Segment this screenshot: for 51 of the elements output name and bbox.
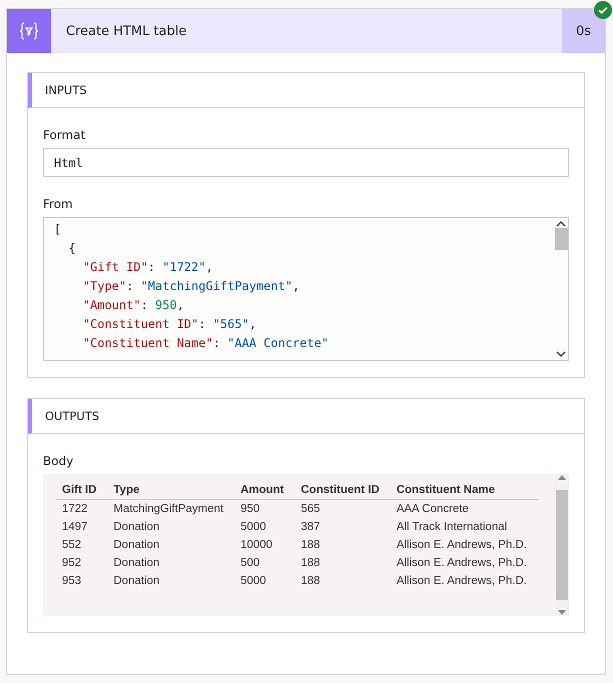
column-header: Type bbox=[108, 482, 236, 500]
table-cell-text: 387 bbox=[300, 520, 322, 535]
action-title: Create HTML table bbox=[65, 22, 188, 40]
braces-filter-icon bbox=[19, 21, 39, 41]
code-line: "Constituent Name": "AAA Concrete" bbox=[82, 335, 330, 352]
table-cell: 1722 bbox=[57, 500, 108, 518]
table-cell-text: 952 bbox=[61, 556, 82, 571]
table-cell-text: Allison E. Andrews, Ph.D. bbox=[395, 556, 528, 571]
scroll-down-icon[interactable] bbox=[556, 351, 566, 358]
table-cell-text: Donation bbox=[112, 574, 161, 589]
table-cell-text: All Track International bbox=[395, 520, 508, 535]
table-cell-text: 1497 bbox=[61, 520, 89, 535]
table-cell-text: 188 bbox=[300, 538, 322, 553]
table-cell-text: 552 bbox=[61, 538, 82, 553]
field-label: From bbox=[43, 197, 74, 211]
table-cell-text: Allison E. Andrews, Ph.D. bbox=[395, 574, 528, 589]
format-field: Html bbox=[43, 148, 569, 177]
table-cell-text: 5000 bbox=[239, 520, 268, 535]
column-header: Amount bbox=[235, 482, 296, 500]
action-header[interactable]: Create HTML table 0s bbox=[7, 9, 605, 53]
table-cell: 565 bbox=[296, 500, 392, 518]
column-header: Constituent Name bbox=[391, 482, 539, 500]
table-cell-text: Donation bbox=[112, 538, 161, 553]
table-cell: MatchingGiftPayment bbox=[108, 500, 236, 518]
table-cell: AAA Concrete bbox=[391, 500, 539, 518]
code-line: [ bbox=[54, 221, 62, 238]
table-cell-text: 188 bbox=[300, 556, 322, 571]
table-cell-text: 5000 bbox=[239, 574, 268, 589]
outputs-heading: OUTPUTS bbox=[28, 399, 584, 434]
table-cell-text: 10000 bbox=[239, 538, 274, 553]
scrollbar-thumb[interactable] bbox=[556, 490, 568, 600]
column-header: Constituent ID bbox=[296, 482, 392, 500]
table-cell-text: Allison E. Andrews, Ph.D. bbox=[395, 538, 528, 553]
field-label: Body bbox=[43, 454, 74, 468]
scroll-up-icon[interactable] bbox=[556, 220, 566, 227]
table-cell-text: Donation bbox=[112, 556, 161, 571]
duration-label: 0s bbox=[562, 9, 605, 53]
code-line: { bbox=[67, 240, 77, 257]
field-label: Format bbox=[43, 128, 86, 142]
inputs-heading: INPUTS bbox=[28, 73, 584, 108]
code-line: "Gift ID": "1722", bbox=[82, 259, 214, 276]
table-cell: 950 bbox=[235, 500, 296, 518]
code-line: "Constituent ID": "565", bbox=[82, 316, 258, 333]
code-line: "Amount": 950, bbox=[82, 297, 186, 314]
table-cell-text: 188 bbox=[300, 574, 322, 589]
column-header: Gift ID bbox=[57, 482, 108, 500]
code-line: "Type": "MatchingGiftPayment", bbox=[82, 278, 301, 295]
table-cell-text: 953 bbox=[61, 574, 82, 589]
table-cell-text: Donation bbox=[112, 520, 161, 535]
scrollbar-thumb[interactable] bbox=[554, 228, 568, 250]
table-cell-text: 500 bbox=[239, 556, 261, 571]
